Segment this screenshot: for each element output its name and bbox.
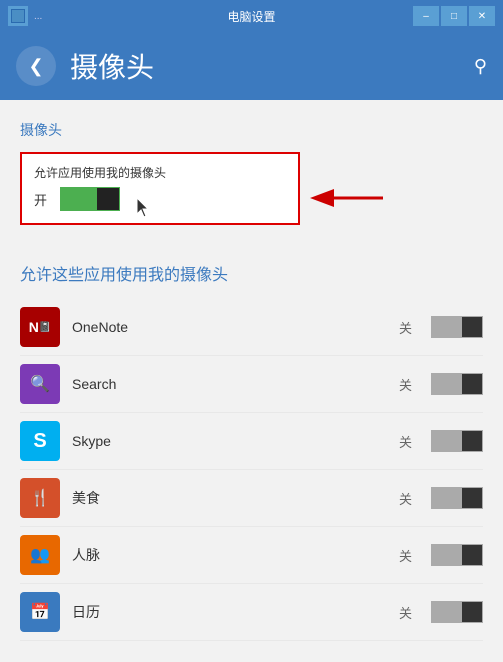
camera-toggle-label: 允许应用使用我的摄像头 — [34, 164, 286, 181]
app-name-skype: Skype — [72, 433, 387, 449]
search-button[interactable]: ⚲ — [474, 56, 487, 77]
app-status-search: 关 — [399, 375, 419, 394]
toggle-thumb — [97, 188, 119, 210]
app-icon-contacts: 👥 — [20, 535, 60, 575]
app-icon-onenote: N📓 — [20, 307, 60, 347]
app-list: N📓 OneNote 关 🔍 Search 关 S Skype 关 — [20, 299, 483, 641]
window-controls: – □ ✕ — [413, 6, 495, 26]
toggle-on-text: 开 — [34, 190, 50, 209]
app-status-contacts: 关 — [399, 546, 419, 565]
restore-button[interactable]: □ — [441, 6, 467, 26]
app-toggle-calendar[interactable] — [431, 601, 483, 623]
camera-toggle-box: 允许应用使用我的摄像头 开 — [20, 152, 300, 225]
app-status-calendar: 关 — [399, 603, 419, 622]
list-item: S Skype 关 — [20, 413, 483, 470]
back-icon: ❮ — [28, 56, 43, 77]
arrow-annotation — [308, 183, 388, 213]
app-icon-calendar: 📅 — [20, 592, 60, 632]
search-icon: ⚲ — [474, 56, 487, 76]
toggle-row: 开 — [34, 187, 286, 211]
app-icon-food: 🍴 — [20, 478, 60, 518]
toggle-thumb — [462, 602, 482, 622]
app-icon-search: 🔍 — [20, 364, 60, 404]
apps-section-title: 允许这些应用使用我的摄像头 — [20, 261, 483, 285]
list-item: 👥 人脉 关 — [20, 527, 483, 584]
app-toggle-search[interactable] — [431, 373, 483, 395]
app-status-onenote: 关 — [399, 318, 419, 337]
app-toggle-onenote[interactable] — [431, 316, 483, 338]
close-button[interactable]: ✕ — [469, 6, 495, 26]
app-name-search: Search — [72, 376, 387, 392]
title-bar-dots: ... — [34, 11, 42, 22]
nav-bar: ❮ 摄像头 ⚲ — [0, 32, 503, 100]
app-icon-skype: S — [20, 421, 60, 461]
toggle-thumb — [462, 431, 482, 451]
minimize-button[interactable]: – — [413, 6, 439, 26]
toggle-thumb — [462, 488, 482, 508]
camera-toggle-switch[interactable] — [60, 187, 120, 211]
app-name-food: 美食 — [72, 488, 387, 508]
toggle-thumb — [462, 317, 482, 337]
list-item: 📅 日历 关 — [20, 584, 483, 641]
app-toggle-contacts[interactable] — [431, 544, 483, 566]
list-item: 🍴 美食 关 — [20, 470, 483, 527]
toggle-thumb — [462, 545, 482, 565]
app-icon: ⊞ — [8, 6, 28, 26]
window-title: 电脑设置 — [227, 8, 275, 25]
camera-section-title: 摄像头 — [20, 120, 483, 140]
app-status-skype: 关 — [399, 432, 419, 451]
main-content: 摄像头 允许应用使用我的摄像头 开 — [0, 100, 503, 662]
app-name-calendar: 日历 — [72, 602, 387, 622]
app-toggle-skype[interactable] — [431, 430, 483, 452]
app-toggle-food[interactable] — [431, 487, 483, 509]
list-item: N📓 OneNote 关 — [20, 299, 483, 356]
page-title: 摄像头 — [70, 46, 154, 86]
app-status-food: 关 — [399, 489, 419, 508]
title-bar: ⊞ ... 电脑设置 – □ ✕ — [0, 0, 503, 32]
app-name-onenote: OneNote — [72, 319, 387, 335]
back-button[interactable]: ❮ — [16, 46, 56, 86]
list-item: 🔍 Search 关 — [20, 356, 483, 413]
toggle-thumb — [462, 374, 482, 394]
app-name-contacts: 人脉 — [72, 545, 387, 565]
